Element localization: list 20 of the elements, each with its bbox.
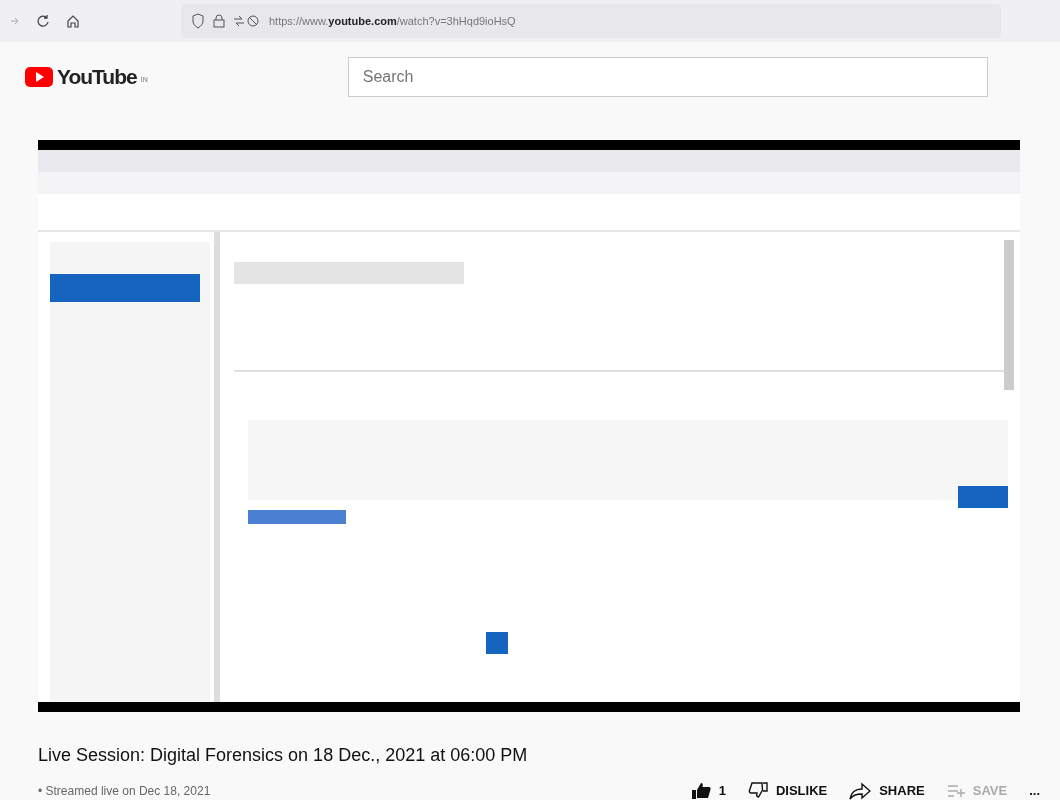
url-text: https://www.youtube.com/watch?v=3hHqd9ioHsQ [269,13,516,29]
search-field[interactable]: Search [347,57,988,97]
permissions-icon [233,14,261,28]
share-button[interactable]: SHARE [849,781,925,800]
playlist-add-icon [946,783,965,798]
logo-text[interactable]: YouTube [57,61,137,93]
share-arrow-icon [849,781,872,800]
shield-icon [191,13,205,29]
home-icon[interactable] [66,14,80,28]
stream-date: • Streamed live on Dec 18, 2021 [38,782,211,800]
reload-icon[interactable] [36,14,50,28]
thumbs-up-icon [690,781,711,800]
lock-icon [213,14,225,28]
like-button[interactable]: 1 [690,781,726,800]
dislike-button[interactable]: DISLIKE [747,781,828,800]
thumbs-down-icon [747,781,768,800]
play-logo-icon [25,67,53,87]
more-button[interactable]: ... [1029,781,1040,800]
video-title: Live Session: Digital Forensics on 18 Dec., 2021 at 06:00 PM [38,744,529,767]
address-bar[interactable]: https://www.youtube.com/watch?v=3hHqd9ioHsQ [181,4,1001,38]
